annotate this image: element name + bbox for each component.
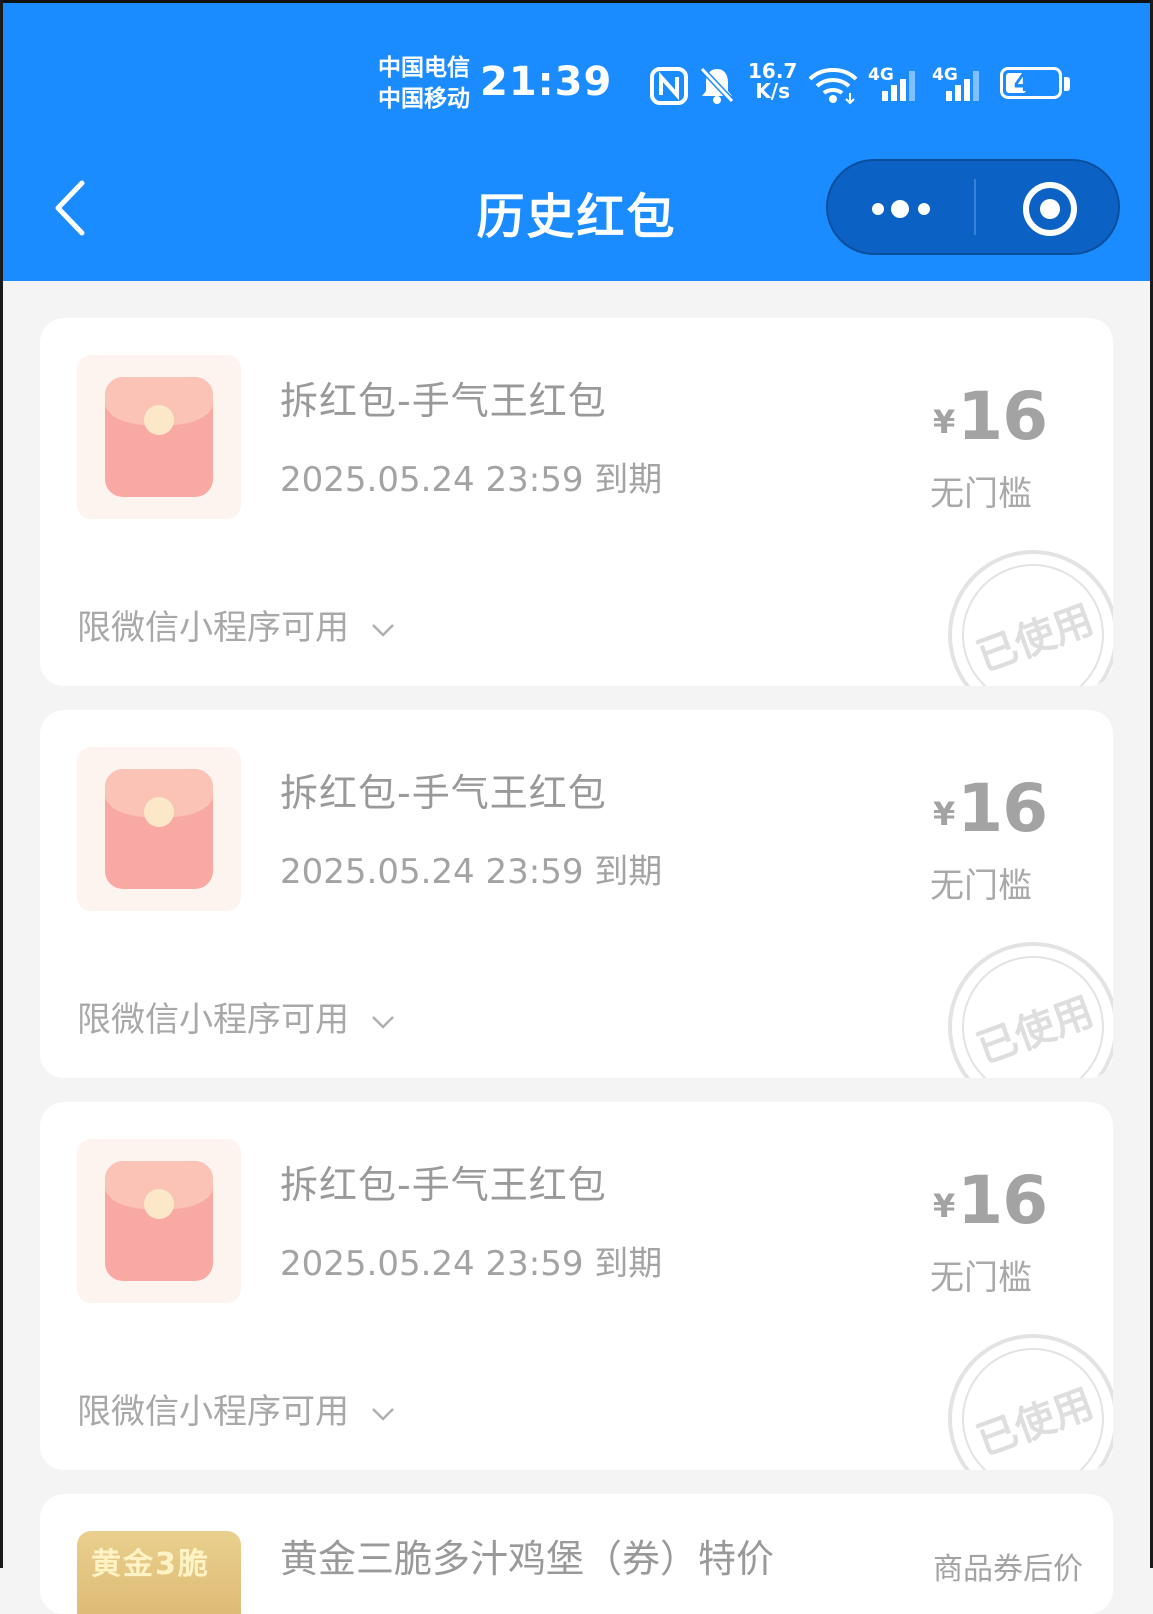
status-time: 21:39 xyxy=(480,59,613,105)
signal-icon xyxy=(882,71,915,101)
used-stamp: 已使用 xyxy=(948,1334,1113,1470)
coupon-threshold: 无门槛 xyxy=(930,1258,1032,1298)
speed-value: 16.7 xyxy=(748,59,798,83)
battery-level: 47 xyxy=(1013,68,1049,97)
mute-bell-icon xyxy=(699,66,735,104)
coupon-expire: 2025.05.24 23:59 到期 xyxy=(280,1244,663,1284)
coupon-thumbnail xyxy=(77,355,241,519)
carrier-labels: 中国电信 中国移动 xyxy=(378,53,470,115)
coupon-expire: 2025.05.24 23:59 到期 xyxy=(280,460,663,500)
red-packet-icon xyxy=(105,769,213,889)
usage-scope-toggle[interactable]: 限微信小程序可用 xyxy=(77,992,396,1041)
carrier-2: 中国移动 xyxy=(378,86,470,112)
usage-scope-label: 限微信小程序可用 xyxy=(77,1392,349,1432)
usage-scope-toggle[interactable]: 限微信小程序可用 xyxy=(77,600,396,649)
coupon-card[interactable]: 拆红包-手气王红包 2025.05.24 23:59 到期 ¥16 无门槛 限微… xyxy=(40,1102,1113,1470)
usage-scope-toggle[interactable]: 限微信小程序可用 xyxy=(77,1384,396,1433)
chevron-down-icon xyxy=(371,1015,394,1029)
coupon-thumbnail xyxy=(77,747,241,911)
coupon-threshold: 无门槛 xyxy=(930,474,1032,514)
network-speed: 16.7 K/s xyxy=(748,61,797,101)
signal-icon xyxy=(946,71,979,101)
coupon-thumbnail: 黄金3脆 xyxy=(77,1531,241,1614)
coupon-card[interactable]: 拆红包-手气王红包 2025.05.24 23:59 到期 ¥16 无门槛 限微… xyxy=(40,318,1113,686)
battery-tip xyxy=(1064,77,1070,91)
coupon-thumbnail xyxy=(77,1139,241,1303)
coupon-title: 拆红包-手气王红包 xyxy=(280,379,607,423)
coupon-card[interactable]: 拆红包-手气王红包 2025.05.24 23:59 到期 ¥16 无门槛 限微… xyxy=(40,710,1113,1078)
carrier-1: 中国电信 xyxy=(378,55,470,81)
currency-symbol: ¥ xyxy=(933,1187,956,1225)
used-stamp: 已使用 xyxy=(948,942,1113,1078)
coupon-title: 黄金三脆多汁鸡堡（券）特价 xyxy=(280,1537,775,1581)
target-close-icon xyxy=(1023,182,1077,236)
more-dots-icon xyxy=(872,200,930,218)
speed-unit: K/s xyxy=(755,79,791,103)
amount-value: 16 xyxy=(957,378,1048,455)
battery-icon: 47 xyxy=(1000,67,1062,99)
more-button[interactable] xyxy=(828,161,974,253)
coupon-amount: ¥16 xyxy=(933,770,1048,847)
coupon-threshold: 无门槛 xyxy=(930,866,1032,906)
amount-value: 16 xyxy=(957,1162,1048,1239)
coupon-title: 拆红包-手气王红包 xyxy=(280,771,607,815)
red-packet-icon xyxy=(105,377,213,497)
mini-program-capsule xyxy=(826,159,1120,255)
chevron-down-icon xyxy=(371,623,394,637)
amount-value: 16 xyxy=(957,770,1048,847)
usage-scope-label: 限微信小程序可用 xyxy=(77,608,349,648)
coupon-amount: ¥16 xyxy=(933,378,1048,455)
usage-scope-label: 限微信小程序可用 xyxy=(77,1000,349,1040)
used-stamp: 已使用 xyxy=(948,550,1113,686)
currency-symbol: ¥ xyxy=(933,403,956,441)
top-bar: 中国电信 中国移动 21:39 16.7 K/s 4G 4G 47 历史红包 xyxy=(0,0,1153,281)
close-button[interactable] xyxy=(976,161,1120,253)
coupon-amount: ¥16 xyxy=(933,1162,1048,1239)
coupon-card[interactable]: 黄金3脆 黄金三脆多汁鸡堡（券）特价 商品券后价 xyxy=(40,1494,1113,1614)
red-packet-icon xyxy=(105,1161,213,1281)
chevron-down-icon xyxy=(371,1407,394,1421)
coupon-expire: 2025.05.24 23:59 到期 xyxy=(280,852,663,892)
coupon-title: 拆红包-手气王红包 xyxy=(280,1163,607,1207)
coupon-price-label: 商品券后价 xyxy=(933,1552,1083,1587)
thumbnail-text: 黄金3脆 xyxy=(91,1547,210,1582)
currency-symbol: ¥ xyxy=(933,795,956,833)
wifi-icon xyxy=(808,68,858,105)
nfc-icon xyxy=(650,67,688,105)
